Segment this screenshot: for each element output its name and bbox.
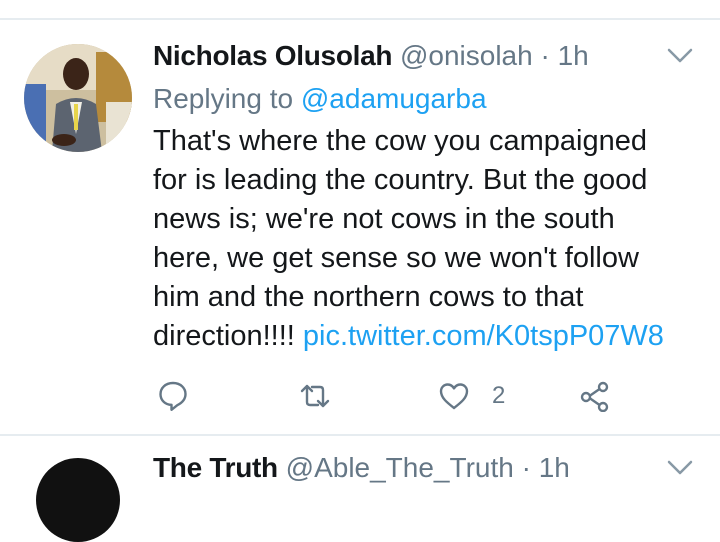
replying-to-handle[interactable]: @adamugarba — [301, 83, 487, 114]
tweet-text-line: him and the northern cows to that — [153, 281, 584, 313]
retweet-button[interactable] — [298, 378, 332, 414]
next-tweet-header: The Truth @Able_The_Truth · 1h — [153, 452, 570, 484]
tweet-text-line: for is leading the country. But the good — [153, 164, 648, 196]
retweet-icon[interactable] — [298, 380, 332, 412]
tweet-text: That's where the cow you campaigned for … — [153, 122, 708, 356]
next-user-handle[interactable]: @Able_The_Truth — [286, 452, 514, 483]
avatar[interactable] — [24, 44, 132, 152]
next-timestamp[interactable]: 1h — [539, 452, 570, 483]
tweet-text-line: news is; we're not cows in the south — [153, 203, 615, 235]
share-icon[interactable] — [580, 380, 610, 412]
replying-to-label: Replying to — [153, 83, 294, 114]
next-display-name[interactable]: The Truth — [153, 452, 278, 483]
avatar-photo — [24, 44, 132, 152]
like-button[interactable]: 2 — [438, 378, 505, 414]
tweet-header: Nicholas Olusolah @onisolah · 1h — [153, 40, 589, 72]
reply-icon[interactable] — [158, 380, 188, 412]
tweet-text-line: here, we get sense so we won't follow — [153, 242, 639, 274]
media-link[interactable]: pic.twitter.com/K0tspP07W8 — [303, 320, 664, 352]
reply-button[interactable] — [158, 378, 188, 414]
replying-to: Replying to @adamugarba — [153, 83, 487, 115]
user-handle[interactable]: @onisolah — [400, 40, 533, 71]
top-divider — [0, 18, 720, 20]
share-button[interactable] — [580, 378, 610, 414]
heart-icon[interactable] — [438, 381, 470, 411]
timestamp[interactable]: 1h — [558, 40, 589, 71]
tweet-divider — [0, 434, 720, 436]
separator-dot: · — [540, 40, 550, 71]
chevron-down-icon[interactable] — [664, 44, 696, 68]
tweet-text-line: That's where the cow you campaigned — [153, 125, 647, 157]
tweet-text-last-line: direction!!!! pic.twitter.com/K0tspP07W8 — [153, 317, 708, 356]
next-avatar[interactable] — [36, 458, 120, 542]
tweet-text-line: direction!!!! — [153, 320, 295, 352]
chevron-down-icon[interactable] — [664, 456, 696, 480]
display-name[interactable]: Nicholas Olusolah — [153, 40, 392, 71]
like-count: 2 — [492, 382, 506, 409]
next-separator-dot: · — [521, 452, 531, 483]
